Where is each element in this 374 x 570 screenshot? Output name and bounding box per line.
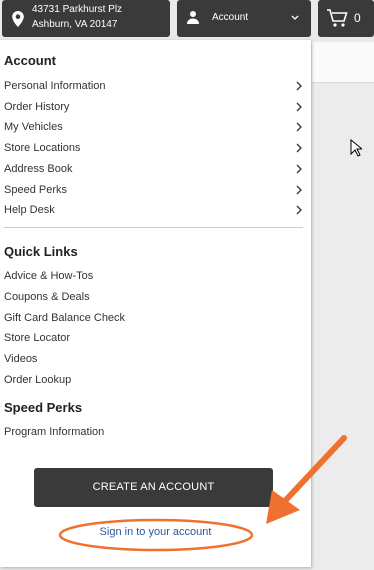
page-backdrop-header (312, 42, 374, 83)
quick-link-order-lookup[interactable]: Order Lookup (4, 371, 71, 389)
account-section-title: Account (4, 53, 56, 68)
speed-perks-program-information[interactable]: Program Information (4, 423, 104, 441)
section-divider (4, 227, 303, 228)
chevron-right-icon (296, 81, 302, 91)
menu-item-label: Personal Information (4, 80, 106, 92)
chevron-down-icon (291, 15, 299, 20)
cart-button[interactable]: 0 (318, 0, 374, 37)
menu-item-personal-information[interactable]: Personal Information (4, 76, 304, 96)
account-label: Account (212, 12, 249, 23)
store-address-line2: Ashburn, VA 20147 (32, 19, 118, 30)
menu-item-label: Speed Perks (4, 184, 67, 196)
chevron-right-icon (296, 185, 302, 195)
menu-item-label: Help Desk (4, 204, 55, 216)
annotation-arrow-icon (266, 435, 347, 524)
quick-link-advice[interactable]: Advice & How-Tos (4, 267, 93, 285)
cart-icon (327, 9, 348, 27)
user-icon (187, 11, 199, 24)
quick-link-gift-card[interactable]: Gift Card Balance Check (4, 309, 125, 327)
create-account-button[interactable]: CREATE AN ACCOUNT (34, 468, 273, 507)
chevron-right-icon (296, 205, 302, 215)
menu-item-label: Address Book (4, 163, 73, 175)
quick-link-store-locator[interactable]: Store Locator (4, 329, 70, 347)
top-bar: 43731 Parkhurst Plz Ashburn, VA 20147 Ac… (0, 0, 374, 40)
mouse-cursor-icon (350, 139, 362, 157)
menu-item-store-locations[interactable]: Store Locations (4, 138, 304, 158)
speed-perks-title: Speed Perks (4, 400, 83, 415)
annotation-highlight-ellipse (58, 518, 254, 552)
chevron-right-icon (296, 143, 302, 153)
store-selector[interactable]: 43731 Parkhurst Plz Ashburn, VA 20147 (2, 0, 170, 37)
chevron-right-icon (296, 164, 302, 174)
quick-links-title: Quick Links (4, 244, 78, 259)
chevron-right-icon (296, 122, 302, 132)
chevron-right-icon (296, 102, 302, 112)
menu-item-label: My Vehicles (4, 121, 63, 133)
quick-link-videos[interactable]: Videos (4, 350, 37, 368)
menu-item-speed-perks[interactable]: Speed Perks (4, 180, 304, 200)
location-pin-icon (12, 11, 24, 27)
menu-item-help-desk[interactable]: Help Desk (4, 200, 304, 220)
account-dropdown-button[interactable]: Account (177, 0, 311, 37)
cart-count: 0 (354, 11, 361, 25)
quick-link-coupons[interactable]: Coupons & Deals (4, 288, 90, 306)
menu-item-address-book[interactable]: Address Book (4, 159, 304, 179)
menu-item-order-history[interactable]: Order History (4, 97, 304, 117)
menu-item-my-vehicles[interactable]: My Vehicles (4, 117, 304, 137)
menu-item-label: Store Locations (4, 142, 81, 154)
menu-item-label: Order History (4, 101, 70, 113)
store-address-line1: 43731 Parkhurst Plz (32, 4, 123, 15)
